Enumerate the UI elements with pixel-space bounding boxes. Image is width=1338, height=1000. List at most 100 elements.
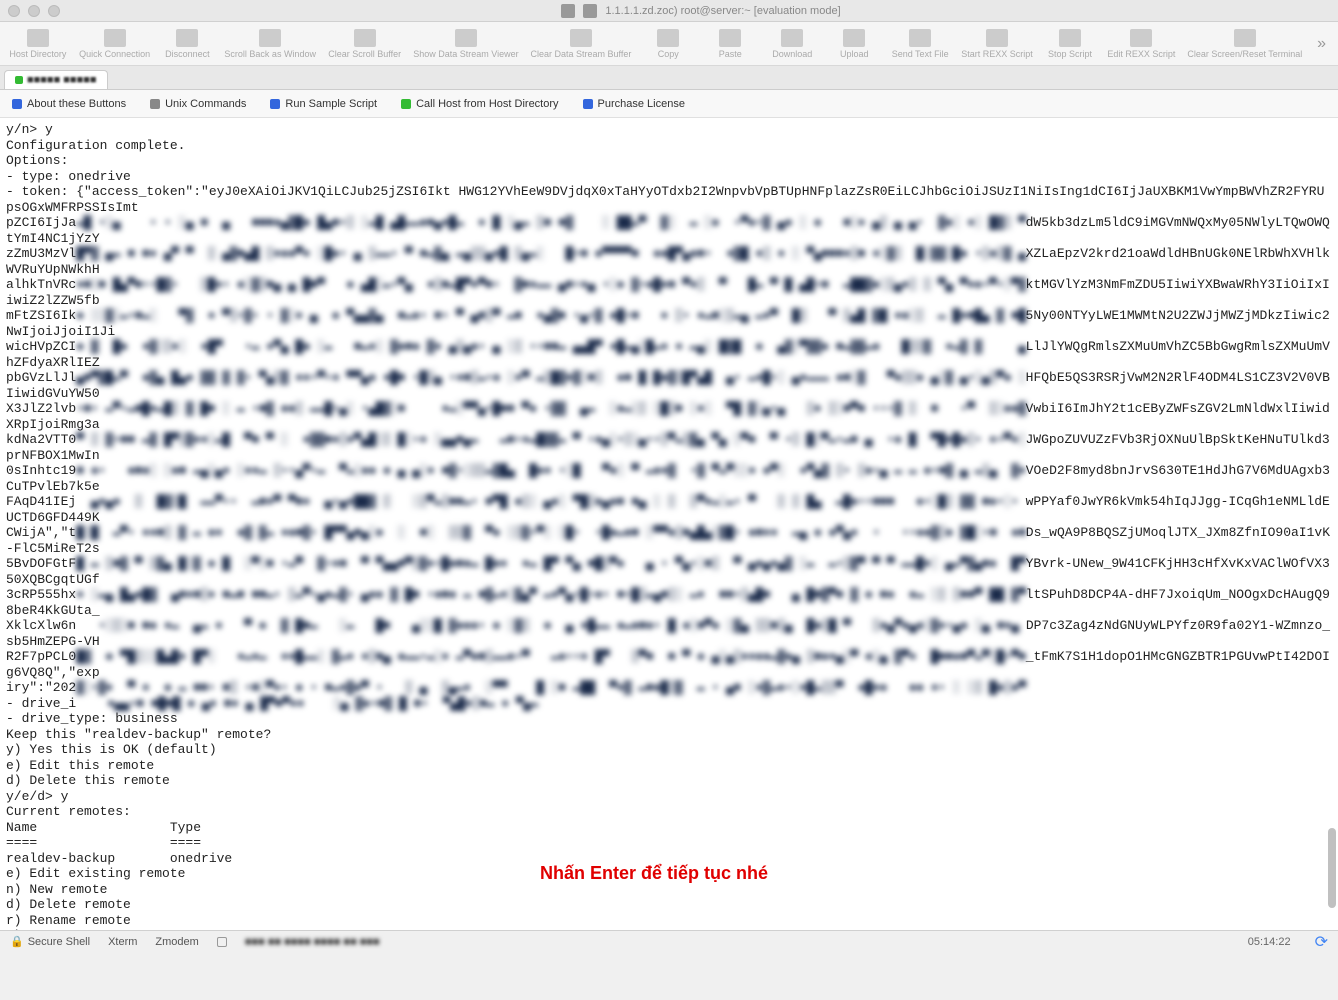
- paste-button[interactable]: Paste: [700, 27, 760, 61]
- window-controls: [8, 5, 60, 17]
- terminal-line: Keep this "realdev-backup" remote?: [6, 727, 1332, 743]
- copy-button[interactable]: Copy: [638, 27, 698, 61]
- terminal-output[interactable]: y/n> yConfiguration complete.Options:- t…: [0, 118, 1338, 930]
- button-label: About these Buttons: [27, 98, 126, 110]
- disconnect-icon: [176, 29, 198, 47]
- terminal-line: d) Delete remote: [6, 897, 1332, 913]
- clear-reset-icon: [1234, 29, 1256, 47]
- run-sample-script-button[interactable]: Run Sample Script: [270, 98, 377, 110]
- toolbar-label: Disconnect: [165, 49, 210, 59]
- terminal-line: FAqD41IEj ▄●▄◆ ▒ █▓▒█ ▬▬▀▪▪ ▬■●▀ ▀■● ▄▪▄…: [6, 494, 1332, 525]
- terminal-line: CWijA","t█░█ ▬▀▪ ●●■▒ ▓ ▬ ◆● ◆▓ ▓▬ ●◆■▓▪…: [6, 525, 1332, 556]
- show-data-stream-button[interactable]: Show Data Stream Viewer: [408, 27, 523, 61]
- terminal-line: r) Rename remote: [6, 913, 1332, 929]
- scrollbar-thumb[interactable]: [1328, 828, 1336, 908]
- terminal-line: 5BvDOFGtF█ ▬ ▒■▓ ▀ ▒▓▄ █░▓ ◆ █ ░▀░■ ▪▬▀ …: [6, 556, 1332, 587]
- toolbar-label: Host Directory: [9, 49, 66, 59]
- button-icon: [12, 99, 22, 109]
- clear-scroll-buffer-icon: [354, 29, 376, 47]
- terminal-line: 3cRP555hx● ░▬▄ █▄◆█▓ ▄■●■▒● ■▬■ ■■▬▪ ▒▬▀…: [6, 587, 1332, 618]
- terminal-line: - drive_type: business: [6, 711, 1332, 727]
- button-label: Purchase License: [598, 98, 685, 110]
- terminal-line: wicHVpZCI◆ ▓ █◆ ●▓░▒●░ ●█▀ ▪▬ ●▀▄ █◆ ░▬ …: [6, 339, 1332, 370]
- status-xterm: Xterm: [108, 936, 137, 948]
- disconnect-button[interactable]: Disconnect: [157, 27, 217, 61]
- tab-status-icon: [15, 76, 23, 84]
- download-button[interactable]: Download: [762, 27, 822, 61]
- terminal-line: mFtZSI6Ik◆ ░░▓░▬▪■▬░ ▀▓ ● ▀▒▪▓▪ ▪ ▓░● ▄ …: [6, 308, 1332, 339]
- toolbar-label: Clear Scroll Buffer: [328, 49, 401, 59]
- recaptcha-icon: ⟳: [1315, 932, 1328, 952]
- about-buttons-button[interactable]: About these Buttons: [12, 98, 126, 110]
- terminal-line: 0sInhtc19■ ◆▪ ◆■◆░ ░◆■ ▬▄░▄● ░●●▬ ▒▪▪▄▀▪…: [6, 463, 1332, 494]
- upload-button[interactable]: Upload: [824, 27, 884, 61]
- clear-data-stream-button[interactable]: Clear Data Stream Buffer: [526, 27, 637, 61]
- button-icon: [270, 99, 280, 109]
- send-text-file-button[interactable]: Send Text File: [886, 27, 954, 61]
- terminal-line: iry":"202▓░▪▓● ▀ ● ◆ ▬ ■■▪ ■▒ ▪■░▀●▪ ◆ ▪…: [6, 680, 1332, 696]
- session-tab[interactable]: ■■■■■ ■■■■■: [4, 70, 108, 89]
- stop-script-button[interactable]: Stop Script: [1040, 27, 1100, 61]
- toolbar-label: Show Data Stream Viewer: [413, 49, 518, 59]
- terminal-line: pbGVzLlJl▄■▀▓█▬▀ ◆▓▄ █▄◆ ▓▓ ▓ ▓▪ ▀▄▒▓ ●●…: [6, 370, 1332, 401]
- quick-connection-icon: [104, 29, 126, 47]
- toolbar-label: Edit REXX Script: [1107, 49, 1175, 59]
- toolbar-label: Send Text File: [892, 49, 949, 59]
- edit-rexx-icon: [1130, 29, 1152, 47]
- close-window-button[interactable]: [8, 5, 20, 17]
- button-icon: [401, 99, 411, 109]
- button-icon: [150, 99, 160, 109]
- button-label: Run Sample Script: [285, 98, 377, 110]
- toolbar-label: Scroll Back as Window: [224, 49, 316, 59]
- terminal-line: zZmU3MzVl█▀▓ ▄▬ ■ ■● ▄▀ ▀ ▒ ▄▓■▄█ ▒●◆◆▀●…: [6, 246, 1332, 277]
- status-blurred: ■■■ ■■ ■■■■ ■■■■ ■■ ■■■: [245, 936, 380, 948]
- toolbar-label: Quick Connection: [79, 49, 150, 59]
- terminal-line: X3JlZ2lvb▪■▪ ▬▀▪▬■█●▬█▒ ▓ █■ ░ ▬ ▪■▓ ◆◆▒…: [6, 401, 1332, 432]
- window-title: 1.1.1.1.zd.zoc) root@server:~ [evaluatio…: [605, 5, 840, 17]
- terminal-line: R2F7pPCL0█▓ ◆ ▀█▒░░█▄█● █▀░ ●▬●▬ ●●█▬▬░ …: [6, 649, 1332, 680]
- window-titlebar: 1.1.1.1.zd.zoc) root@server:~ [evaluatio…: [0, 0, 1338, 22]
- scroll-back-window-icon: [259, 29, 281, 47]
- edit-rexx-button[interactable]: Edit REXX Script: [1102, 27, 1181, 61]
- annotation-overlay: Nhấn Enter để tiếp tục nhé: [540, 866, 768, 882]
- upload-icon: [843, 29, 865, 47]
- download-icon: [781, 29, 803, 47]
- clear-scroll-buffer-button[interactable]: Clear Scroll Buffer: [323, 27, 406, 61]
- unix-commands-button[interactable]: Unix Commands: [150, 98, 246, 110]
- terminal-line: Current remotes:: [6, 804, 1332, 820]
- show-data-stream-icon: [455, 29, 477, 47]
- host-directory-button[interactable]: Host Directory: [4, 27, 72, 61]
- terminal-line: alhkTnVRc●■░■ █▄▀■▪▪█▓▪ ▒█●▪ ◆░▓▒■▄ ▄ █■…: [6, 277, 1332, 308]
- terminal-line: c) Copy remote: [6, 928, 1332, 930]
- toolbar-label: Download: [772, 49, 812, 59]
- toolbar-label: Start REXX Script: [961, 49, 1033, 59]
- terminal-line: kdNa2VTT0▀ ▒ ▓▪■■ ▬▓ █▀▒▓●●░▬█ ▀■ ▀ ░ ●▓…: [6, 432, 1332, 463]
- scroll-back-window-button[interactable]: Scroll Back as Window: [219, 27, 321, 61]
- paste-icon: [719, 29, 741, 47]
- stop-script-icon: [1059, 29, 1081, 47]
- status-bar: 🔒 Secure Shell Xterm Zmodem ■■■ ■■ ■■■■ …: [0, 930, 1338, 952]
- tab-label: ■■■■■ ■■■■■: [27, 74, 97, 86]
- zoom-window-button[interactable]: [48, 5, 60, 17]
- start-rexx-icon: [986, 29, 1008, 47]
- toolbar-label: Upload: [840, 49, 869, 59]
- title-icon-2: [583, 4, 597, 18]
- terminal-line: ==== ====: [6, 835, 1332, 851]
- toolbar-overflow-button[interactable]: »: [1309, 35, 1334, 53]
- terminal-line: y/e/d> y: [6, 789, 1332, 805]
- toolbar-label: Stop Script: [1048, 49, 1092, 59]
- status-checkbox[interactable]: [217, 937, 227, 947]
- terminal-line: y/n> y: [6, 122, 1332, 138]
- start-rexx-button[interactable]: Start REXX Script: [956, 27, 1038, 61]
- call-host-button[interactable]: Call Host from Host Directory: [401, 98, 558, 110]
- toolbar-label: Paste: [719, 49, 742, 59]
- minimize-window-button[interactable]: [28, 5, 40, 17]
- purchase-license-button[interactable]: Purchase License: [583, 98, 685, 110]
- terminal-line: e) Edit this remote: [6, 758, 1332, 774]
- status-secure-shell: 🔒 Secure Shell: [10, 935, 90, 948]
- toolbar-label: Copy: [658, 49, 679, 59]
- clear-reset-button[interactable]: Clear Screen/Reset Terminal: [1183, 27, 1307, 61]
- host-directory-icon: [27, 29, 49, 47]
- send-text-file-icon: [909, 29, 931, 47]
- quick-connection-button[interactable]: Quick Connection: [74, 27, 156, 61]
